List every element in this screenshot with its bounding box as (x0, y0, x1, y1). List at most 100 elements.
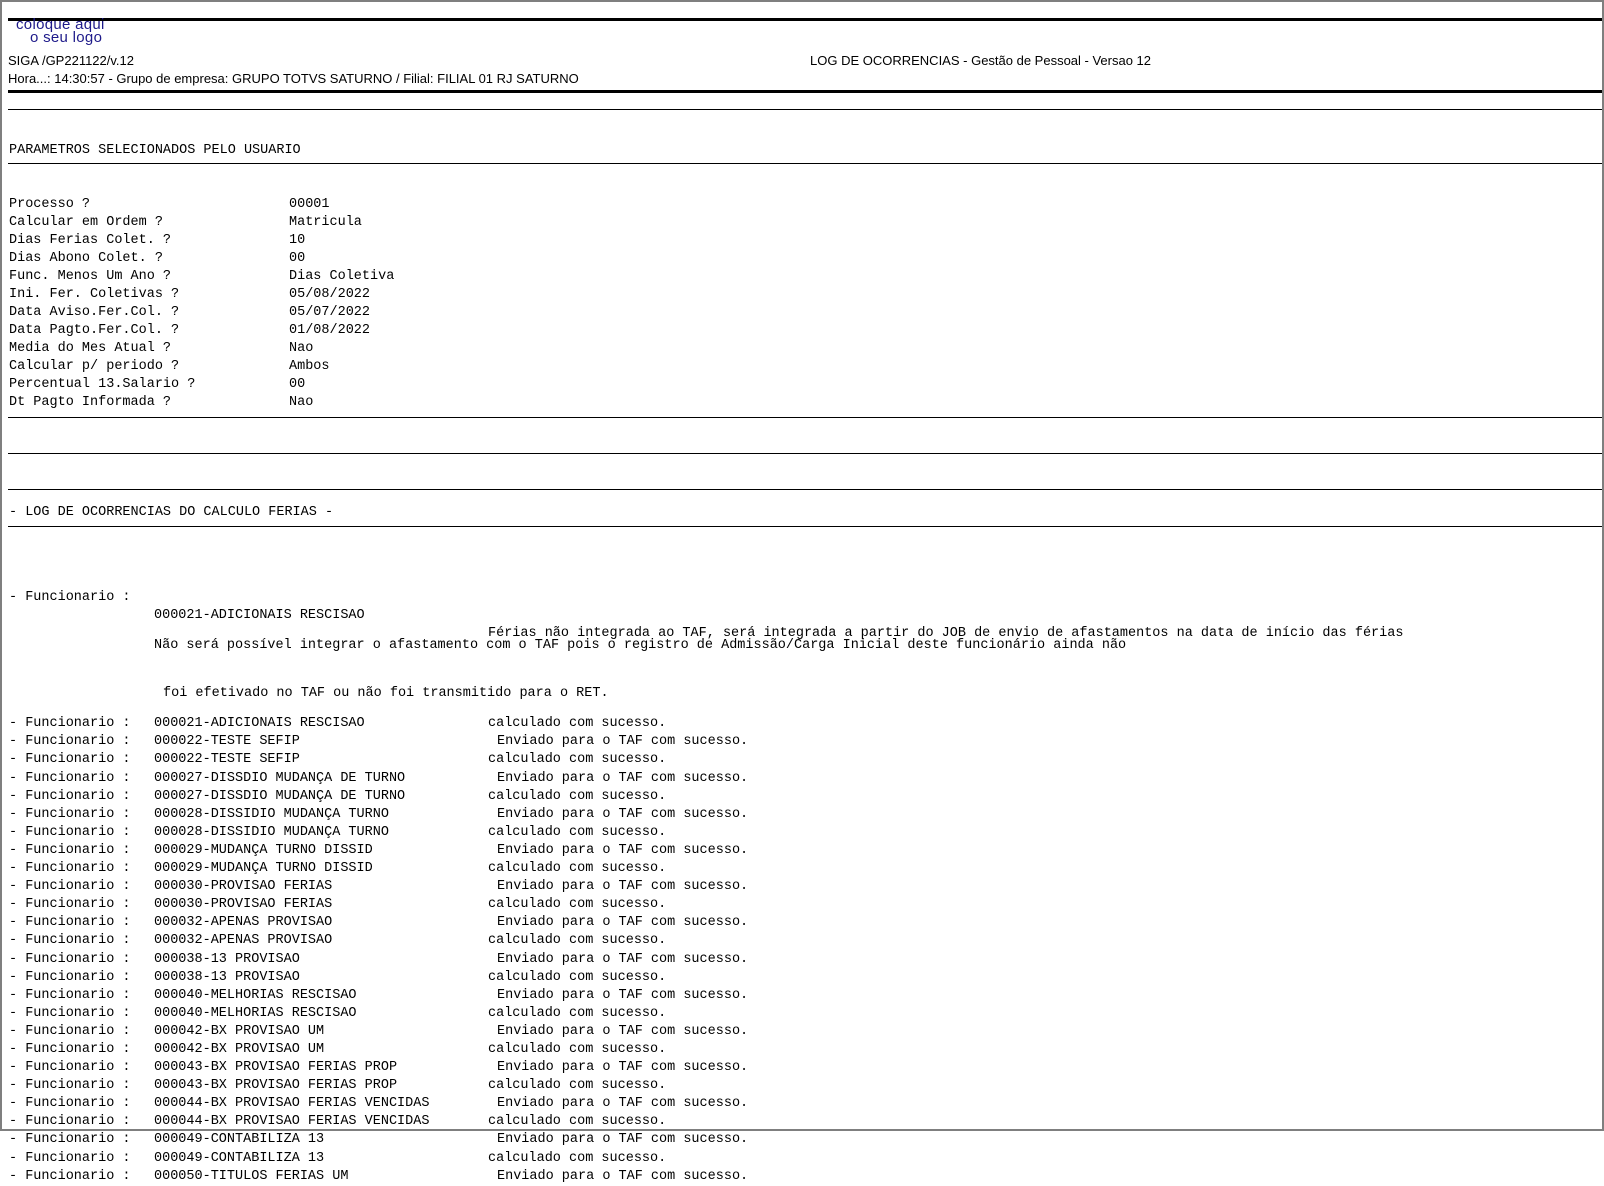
entry-prefix: - Funcionario : (9, 1060, 131, 1076)
company-logo: coloque aqui o seu logo (16, 17, 105, 46)
entry-message: Enviado para o TAF com sucesso. (497, 770, 749, 786)
divider (8, 109, 1602, 110)
log-entry: - Funcionario : 000029-MUDANÇA TURNO DISS… (9, 842, 748, 860)
entry-prefix: - Funcionario : (9, 824, 131, 840)
entry-message: calculado com sucesso. (488, 716, 667, 732)
employee-name: 000030-PROVISAO FERIAS (154, 879, 333, 895)
entry-prefix: - Funcionario : (9, 1041, 131, 1057)
param-label: Calcular em Ordem ? (9, 215, 163, 230)
log-entry: - Funcionario : 000032-APENAS PROVISAO Env… (9, 914, 748, 932)
param-value: 05/07/2022 (289, 305, 371, 320)
employee-name: 000029-MUDANÇA TURNO DISSID (154, 842, 373, 858)
log-entry: - Funcionario : 000042-BX PROVISAO UM Envi… (9, 1023, 748, 1041)
employee-name: 000032-APENAS PROVISAO (154, 933, 333, 949)
employee-name: 000022-TESTE SEFIP (154, 734, 300, 750)
log-section-title: - LOG DE OCORRENCIAS DO CALCULO FERIAS - (9, 505, 334, 520)
entry-prefix: - Funcionario : (9, 915, 131, 931)
param-label: Dias Abono Colet. ? (9, 251, 163, 266)
param-value: 01/08/2022 (289, 323, 371, 338)
entry-prefix: - Funcionario : (9, 752, 131, 768)
entry-message: Enviado para o TAF com sucesso. (497, 1168, 749, 1184)
entry-message: Enviado para o TAF com sucesso. (497, 915, 749, 931)
entry-message: calculado com sucesso. (488, 933, 667, 949)
header-bottom-rule (8, 90, 1602, 93)
log-entry-continuation: Não será possível integrar o afastamento… (9, 619, 1126, 653)
param-label: Func. Menos Um Ano ? (9, 269, 172, 284)
log-entry: - Funcionario : 000029-MUDANÇA TURNO DISS… (9, 860, 666, 878)
param-value: 00 (289, 251, 306, 266)
entry-message: Enviado para o TAF com sucesso. (497, 879, 749, 895)
entry-message: calculado com sucesso. (488, 788, 667, 804)
log-entry: - Funcionario : 000044-BX PROVISAO FERIAS… (9, 1113, 666, 1131)
entry-prefix: - Funcionario : (9, 1023, 131, 1039)
param-label: Media do Mes Atual ? (9, 341, 172, 356)
entry-prefix: - Funcionario : (9, 1114, 131, 1130)
entry-prefix: - Funcionario : (9, 1168, 131, 1184)
employee-name: 000044-BX PROVISAO FERIAS VENCIDAS (154, 1096, 430, 1112)
entry-message: Enviado para o TAF com sucesso. (497, 951, 749, 967)
param-value: Nao (289, 395, 314, 410)
employee-name: 000027-DISSDIO MUDANÇA DE TURNO (154, 770, 406, 786)
log-entry: - Funcionario : 000044-BX PROVISAO FERIAS… (9, 1095, 748, 1113)
continuation-text: Não será possível integrar o afastamento… (154, 638, 1127, 654)
entry-message: calculado com sucesso. (488, 861, 667, 877)
entry-message: Enviado para o TAF com sucesso. (497, 1096, 749, 1112)
entry-prefix: - Funcionario : (9, 897, 131, 913)
log-entry: - Funcionario : 000040-MELHORIAS RESCISAO… (9, 1005, 666, 1023)
log-entry: - Funcionario : 000028-DISSIDIO MUDANÇA T… (9, 806, 748, 824)
entry-message: calculado com sucesso. (488, 969, 667, 985)
employee-name: 000027-DISSDIO MUDANÇA DE TURNO (154, 788, 406, 804)
entry-prefix: - Funcionario : (9, 590, 131, 605)
entry-prefix: - Funcionario : (9, 1096, 131, 1112)
employee-name: 000038-13 PROVISAO (154, 969, 300, 985)
entry-prefix: - Funcionario : (9, 716, 131, 732)
entry-prefix: - Funcionario : (9, 734, 131, 750)
param-value: 00001 (289, 197, 330, 212)
continuation-text: foi efetivado no TAF ou não foi transmit… (163, 686, 609, 702)
entry-prefix: - Funcionario : (9, 788, 131, 804)
entry-prefix: - Funcionario : (9, 879, 131, 895)
entry-message: Enviado para o TAF com sucesso. (497, 806, 749, 822)
employee-name: 000050-TITULOS FERIAS UM (154, 1168, 349, 1184)
log-entry: - Funcionario : 000043-BX PROVISAO FERIAS… (9, 1059, 748, 1077)
param-value: Nao (289, 341, 314, 356)
employee-name: 000049-CONTABILIZA 13 (154, 1150, 325, 1166)
entry-prefix: - Funcionario : (9, 951, 131, 967)
log-entry: - Funcionario : 000027-DISSDIO MUDANÇA DE… (9, 770, 748, 788)
entry-prefix: - Funcionario : (9, 806, 131, 822)
log-entry: - Funcionario : 000027-DISSDIO MUDANÇA DE… (9, 788, 666, 806)
employee-name: 000029-MUDANÇA TURNO DISSID (154, 861, 373, 877)
param-value: Ambos (289, 359, 330, 374)
report-page: coloque aqui o seu logo SIGA /GP221122/v… (0, 0, 1604, 1184)
log-entry: - Funcionario : 000049-CONTABILIZA 13 calc… (9, 1150, 666, 1168)
param-label: Processo ? (9, 197, 91, 212)
employee-name: 000038-13 PROVISAO (154, 951, 300, 967)
entry-prefix: - Funcionario : (9, 969, 131, 985)
divider (8, 489, 1602, 490)
log-entry: - Funcionario : 000022-TESTE SEFIP calcula… (9, 751, 666, 769)
params-title-rule (8, 163, 1602, 164)
employee-name: 000040-MELHORIAS RESCISAO (154, 987, 357, 1003)
log-entry: - Funcionario : 000030-PROVISAO FERIAS cal… (9, 896, 666, 914)
divider (8, 453, 1602, 454)
entry-prefix: - Funcionario : (9, 770, 131, 786)
param-label: Data Pagto.Fer.Col. ? (9, 323, 180, 338)
entry-message: calculado com sucesso. (488, 1078, 667, 1094)
entry-message: Enviado para o TAF com sucesso. (497, 1060, 749, 1076)
employee-name: 000028-DISSIDIO MUDANÇA TURNO (154, 824, 389, 840)
entry-message: calculado com sucesso. (488, 752, 667, 768)
entry-prefix: - Funcionario : (9, 861, 131, 877)
entry-message: Enviado para o TAF com sucesso. (497, 1132, 749, 1148)
report-title: LOG DE OCORRENCIAS - Gestão de Pessoal -… (810, 53, 1152, 68)
entry-prefix: - Funcionario : (9, 1005, 131, 1021)
entry-prefix: - Funcionario : (9, 933, 131, 949)
employee-name: 000044-BX PROVISAO FERIAS VENCIDAS (154, 1114, 430, 1130)
entry-message: Enviado para o TAF com sucesso. (497, 987, 749, 1003)
top-rule (8, 18, 1602, 21)
employee-name: 000043-BX PROVISAO FERIAS PROP (154, 1078, 398, 1094)
param-value: Dias Coletiva (289, 269, 395, 284)
log-entry: - Funcionario : 000021-ADICIONAIS RESCISA… (9, 715, 666, 733)
param-label: Percentual 13.Salario ? (9, 377, 196, 392)
logo-line-2: o seu logo (30, 29, 103, 46)
param-value: Matricula (289, 215, 362, 230)
